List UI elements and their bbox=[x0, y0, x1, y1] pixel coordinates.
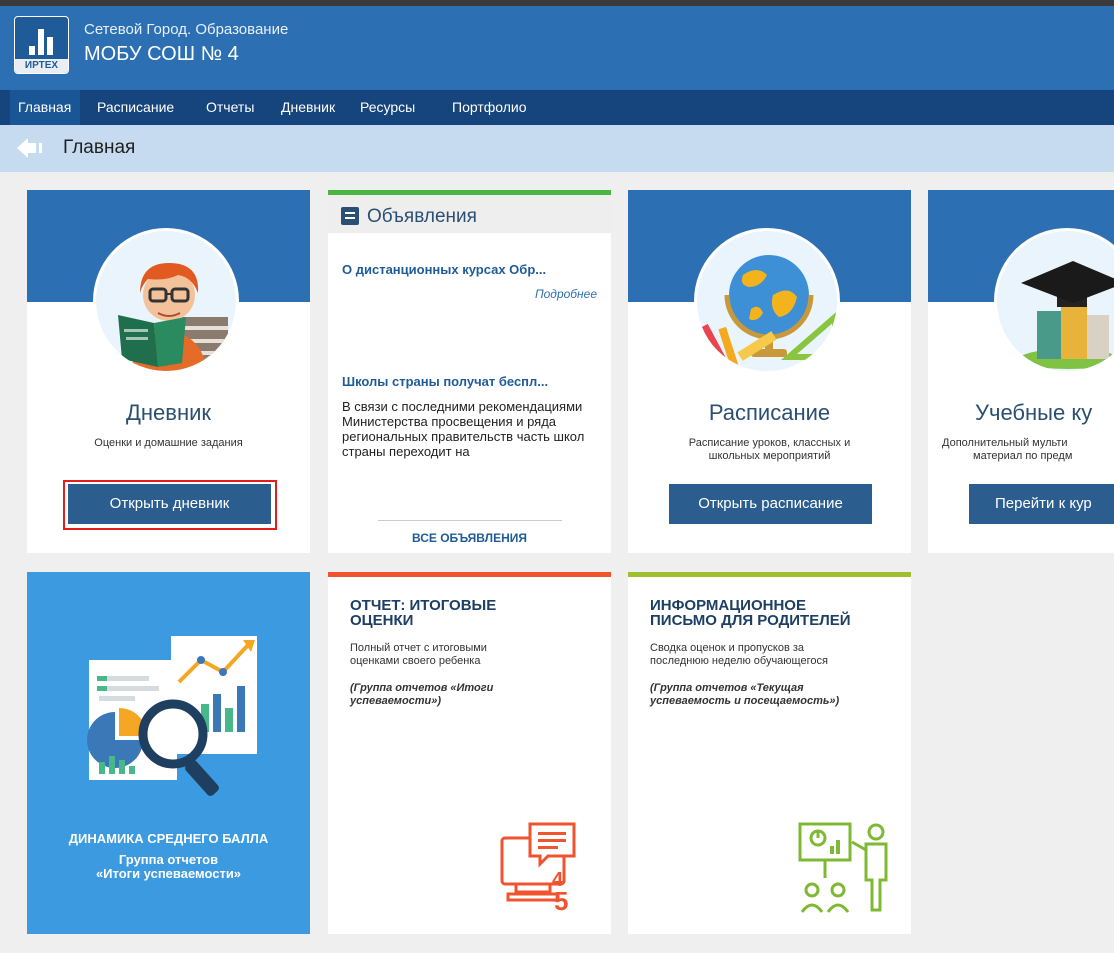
announcements-header: Объявления bbox=[328, 195, 611, 233]
chart-magnifier-icon bbox=[87, 636, 257, 796]
app-name: Сетевой Город. Образование bbox=[84, 21, 289, 38]
average-grade-dynamics-card[interactable]: ДИНАМИКА СРЕДНЕГО БАЛЛА Группа отчетов «… bbox=[27, 572, 310, 934]
open-diary-button[interactable]: Открыть дневник bbox=[68, 484, 271, 524]
logo-label: ИРТЕХ bbox=[15, 59, 68, 73]
courses-subtitle: материал по предм bbox=[973, 450, 1073, 462]
student-reading-avatar bbox=[93, 228, 239, 374]
nav-item-resources[interactable]: Ресурсы bbox=[360, 90, 415, 125]
diary-title: Дневник bbox=[125, 400, 212, 425]
nav-item-diary[interactable]: Дневник bbox=[281, 90, 335, 125]
schedule-title: Расписание bbox=[708, 400, 831, 425]
announcement-body: В связи с последними рекомендациями Мини… bbox=[342, 399, 585, 459]
go-to-courses-button[interactable]: Перейти к кур bbox=[969, 484, 1114, 524]
report-title: ИНФОРМАЦИОННОЕ ПИСЬМО ДЛЯ РОДИТЕЛЕЙ bbox=[650, 597, 851, 629]
info-letter-card[interactable]: ИНФОРМАЦИОННОЕ ПИСЬМО ДЛЯ РОДИТЕЛЕЙ Свод… bbox=[628, 572, 911, 934]
open-schedule-button[interactable]: Открыть расписание bbox=[669, 484, 872, 524]
teacher-board-icon bbox=[798, 822, 888, 913]
app-header: ИРТЕХ Сетевой Город. Образование МОБУ СО… bbox=[0, 0, 1114, 90]
header-top-line bbox=[0, 0, 1114, 6]
school-supplies-avatar bbox=[694, 228, 840, 374]
nav-item-home[interactable]: Главная bbox=[10, 90, 81, 125]
schedule-card: Расписание Расписание уроков, классных и… bbox=[628, 190, 911, 553]
courses-title: Учебные ку bbox=[975, 400, 1093, 425]
student-reading-icon bbox=[118, 263, 228, 371]
report-accent-bar bbox=[328, 572, 611, 577]
dynamics-subtitle: «Итоги успеваемости» bbox=[95, 866, 242, 881]
globe-supplies-icon bbox=[700, 255, 837, 371]
report-group: (Группа отчетов «Текущая успеваемость и … bbox=[650, 682, 840, 707]
computer-grades-icon: 4 5 bbox=[500, 822, 576, 912]
document-list-icon bbox=[341, 207, 359, 225]
announcements-heading: Объявления bbox=[367, 206, 477, 227]
announcement-link[interactable]: Школы страны получат беспл... bbox=[342, 374, 548, 389]
schedule-subtitle: школьных мероприятий bbox=[708, 450, 831, 462]
report-group: (Группа отчетов «Итоги успеваемости») bbox=[350, 682, 494, 707]
courses-subtitle: Дополнительный мульти bbox=[942, 437, 1068, 449]
report-accent-bar bbox=[628, 572, 911, 577]
announcement-link[interactable]: О дистанционных курсах Обр... bbox=[342, 262, 546, 277]
diary-subtitle: Оценки и домашние задания bbox=[94, 437, 243, 449]
report-description: Сводка оценок и пропусков за последнюю н… bbox=[650, 642, 828, 667]
main-nav: Главная Расписание Отчеты Дневник Ресурс… bbox=[0, 90, 1114, 125]
report-description: Полный отчет с итоговыми оценками своего… bbox=[350, 642, 487, 667]
schedule-subtitle: Расписание уроков, классных и bbox=[688, 437, 851, 449]
back-arrow-icon[interactable] bbox=[17, 137, 43, 159]
nav-item-reports[interactable]: Отчеты bbox=[206, 90, 254, 125]
page-title: Главная bbox=[63, 137, 136, 158]
dynamics-subtitle: Группа отчетов bbox=[118, 852, 219, 867]
final-grades-report-card[interactable]: ОТЧЕТ: ИТОГОВЫЕ ОЦЕНКИ Полный отчет с ит… bbox=[328, 572, 611, 934]
breadcrumb: Главная bbox=[0, 125, 1114, 172]
all-announcements-link[interactable]: ВСЕ ОБЪЯВЛЕНИЯ bbox=[328, 531, 611, 545]
nav-item-portfolio[interactable]: Портфолио bbox=[452, 90, 527, 125]
announcements-card: Объявления О дистанционных курсах Обр...… bbox=[328, 190, 611, 553]
dynamics-title: ДИНАМИКА СРЕДНЕГО БАЛЛА bbox=[68, 831, 269, 846]
report-title: ОТЧЕТ: ИТОГОВЫЕ ОЦЕНКИ bbox=[350, 597, 497, 629]
diary-card: Дневник Оценки и домашние задания Открыт… bbox=[27, 190, 310, 553]
school-name: МОБУ СОШ № 4 bbox=[84, 43, 239, 65]
irtech-logo[interactable]: ИРТЕХ bbox=[14, 16, 69, 74]
graduation-cap-books-icon bbox=[1019, 261, 1114, 369]
courses-card: Учебные ку Дополнительный мульти материа… bbox=[928, 190, 1114, 553]
announcements-divider bbox=[378, 520, 562, 521]
nav-item-schedule[interactable]: Расписание bbox=[97, 90, 174, 125]
svg-text:5: 5 bbox=[554, 886, 568, 912]
announcement-more-link[interactable]: Подробнее bbox=[535, 287, 597, 301]
